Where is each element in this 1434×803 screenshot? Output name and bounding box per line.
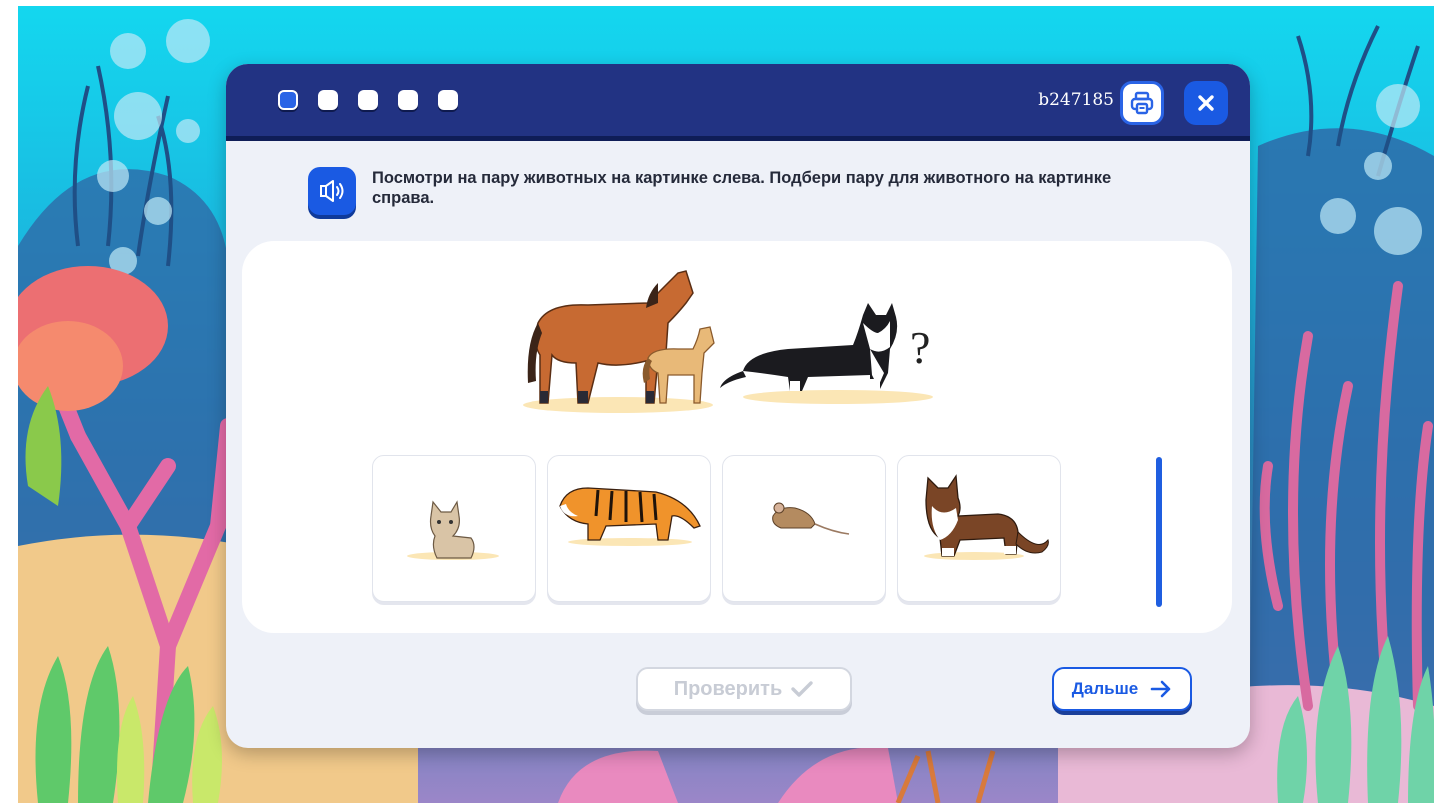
progress-dot-2[interactable]: [318, 90, 338, 110]
printer-icon: [1130, 91, 1154, 115]
progress-dot-3[interactable]: [358, 90, 378, 110]
tiger-image: [559, 487, 701, 546]
progress-dot-1[interactable]: [278, 90, 298, 110]
audio-instruction-button[interactable]: [308, 167, 356, 215]
cat-image: [924, 474, 1049, 560]
example-scene: ?: [523, 270, 933, 413]
task-modal: b247185 Посмотри на пару животных на кар…: [226, 64, 1250, 748]
cat-shadow: [743, 390, 933, 404]
answer-card-kitten[interactable]: [372, 455, 536, 602]
mouse-image: [772, 502, 850, 535]
horses-shadow: [523, 397, 713, 413]
adult-cat-illustration: [720, 303, 898, 391]
close-button[interactable]: [1184, 81, 1228, 125]
answer-card-mouse[interactable]: [722, 455, 886, 602]
task-id: b247185: [1038, 90, 1114, 110]
kitten-image: [407, 500, 499, 560]
task-header: b247185: [226, 64, 1250, 141]
checkmark-icon: [791, 681, 813, 697]
task-panel: ?: [242, 241, 1232, 633]
check-button-label: Проверить: [673, 677, 783, 700]
horse-illustration: [527, 270, 694, 404]
underwater-background: b247185 Посмотри на пару животных на кар…: [18, 6, 1434, 803]
progress-dot-5[interactable]: [438, 90, 458, 110]
progress-dot-4[interactable]: [398, 90, 418, 110]
answer-card-tiger[interactable]: [547, 455, 711, 602]
check-button[interactable]: Проверить: [636, 667, 852, 711]
print-button[interactable]: [1120, 81, 1164, 125]
question-mark: ?: [910, 322, 930, 373]
answer-card-cat[interactable]: [897, 455, 1061, 602]
answers-scrollbar[interactable]: [1156, 457, 1162, 607]
task-instruction: Посмотри на пару животных на картинке сл…: [372, 169, 1112, 207]
close-icon: [1198, 95, 1214, 111]
next-button[interactable]: Дальше: [1052, 667, 1192, 711]
speaker-icon: [320, 180, 344, 202]
next-button-label: Дальше: [1071, 679, 1139, 698]
arrow-right-icon: [1150, 680, 1171, 698]
